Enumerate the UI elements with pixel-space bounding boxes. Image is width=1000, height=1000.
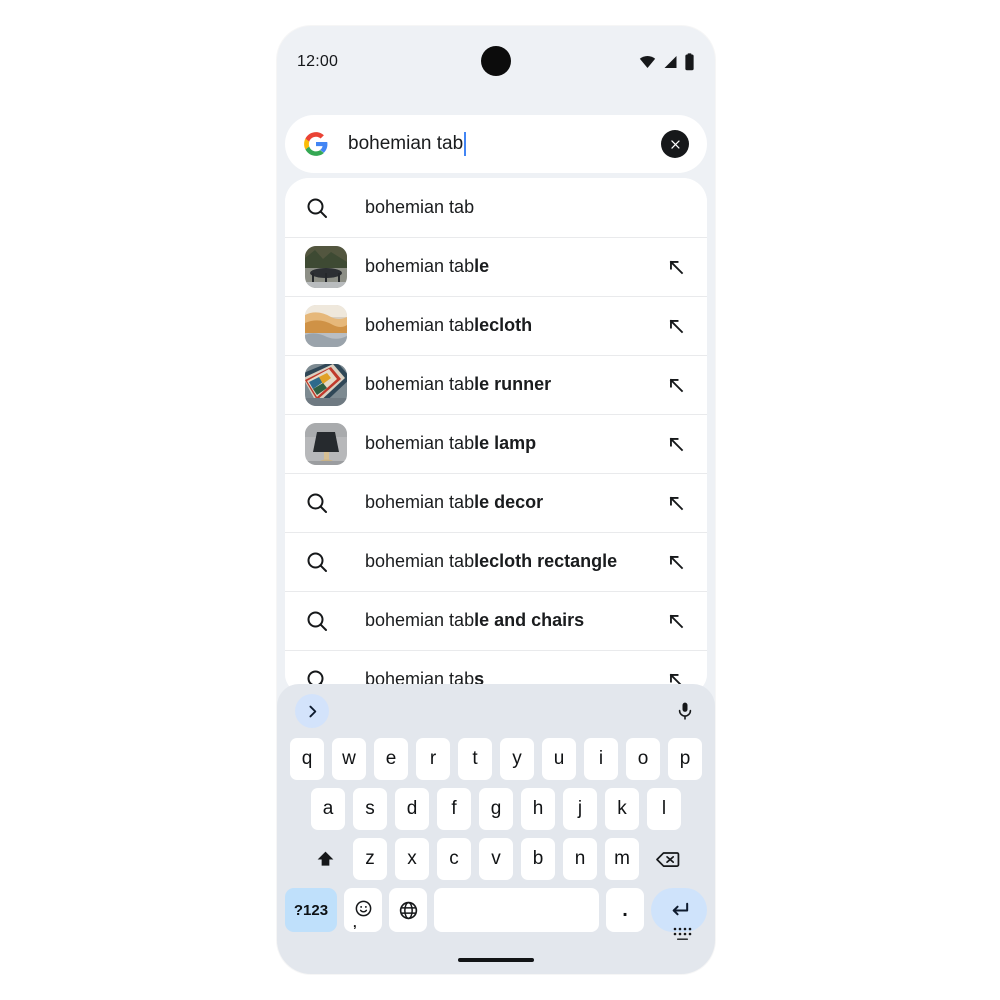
clear-search-button[interactable] bbox=[661, 130, 689, 158]
virtual-keyboard: q w e r t y u i o p a s d f g h j k l z … bbox=[277, 684, 715, 974]
keyboard-resize-icon[interactable] bbox=[673, 926, 693, 942]
suggestion-text: bohemian tab bbox=[365, 197, 475, 217]
suggestion-text: bohemian tablecloth bbox=[365, 315, 533, 335]
keyboard-row-1: q w e r t y u i o p bbox=[277, 738, 715, 780]
suggestion-row[interactable]: bohemian tab bbox=[285, 178, 707, 237]
bohemian-table-runner-thumbnail bbox=[305, 363, 347, 406]
suggestion-row[interactable]: bohemian table and chairs bbox=[285, 591, 707, 650]
key-s[interactable]: s bbox=[353, 788, 387, 830]
backspace-key[interactable] bbox=[647, 838, 687, 880]
keyboard-footer bbox=[277, 918, 715, 974]
suggestion-text: bohemian table runner bbox=[365, 374, 552, 394]
key-j[interactable]: j bbox=[563, 788, 597, 830]
signal-icon bbox=[662, 54, 679, 70]
key-x[interactable]: x bbox=[395, 838, 429, 880]
fill-suggestion-arrow-icon[interactable] bbox=[665, 256, 687, 278]
key-r[interactable]: r bbox=[416, 738, 450, 780]
key-p[interactable]: p bbox=[668, 738, 702, 780]
google-g-logo bbox=[303, 131, 329, 157]
suggestion-row[interactable]: bohemian tablecloth rectangle bbox=[285, 532, 707, 591]
fill-suggestion-arrow-icon[interactable] bbox=[665, 551, 687, 573]
key-f[interactable]: f bbox=[437, 788, 471, 830]
suggestion-leading bbox=[305, 609, 349, 633]
fill-suggestion-arrow-icon[interactable] bbox=[665, 433, 687, 455]
key-n[interactable]: n bbox=[563, 838, 597, 880]
key-v[interactable]: v bbox=[479, 838, 513, 880]
suggestion-leading bbox=[305, 491, 349, 515]
key-e[interactable]: e bbox=[374, 738, 408, 780]
close-icon bbox=[670, 139, 680, 149]
bohemian-table-thumbnail bbox=[305, 245, 347, 288]
status-bar-clock: 12:00 bbox=[297, 53, 339, 70]
key-q[interactable]: q bbox=[290, 738, 324, 780]
status-bar-icons bbox=[638, 53, 695, 71]
key-h[interactable]: h bbox=[521, 788, 555, 830]
status-bar: 12:00 bbox=[277, 26, 715, 98]
search-icon bbox=[307, 610, 327, 631]
keyboard-toolbar bbox=[277, 684, 715, 738]
phone-frame: 12:00 bohemian tab bohemian tab bohemian… bbox=[277, 26, 715, 974]
key-y[interactable]: y bbox=[500, 738, 534, 780]
key-k[interactable]: k bbox=[605, 788, 639, 830]
search-icon bbox=[307, 197, 327, 218]
fill-suggestion-arrow-icon[interactable] bbox=[665, 492, 687, 514]
suggestion-text: bohemian tablecloth rectangle bbox=[365, 551, 618, 571]
suggestion-leading bbox=[305, 304, 349, 347]
key-z[interactable]: z bbox=[353, 838, 387, 880]
bohemian-tablecloth-thumbnail bbox=[305, 304, 347, 347]
voice-input-button[interactable] bbox=[673, 699, 697, 723]
suggestion-text: bohemian table lamp bbox=[365, 433, 537, 453]
key-i[interactable]: i bbox=[584, 738, 618, 780]
key-t[interactable]: t bbox=[458, 738, 492, 780]
suggestion-row[interactable]: bohemian table lamp bbox=[285, 414, 707, 473]
suggestion-row[interactable]: bohemian tablecloth bbox=[285, 296, 707, 355]
search-input-wrapper[interactable]: bohemian tab bbox=[348, 132, 661, 156]
search-icon bbox=[307, 551, 327, 572]
screenshot-canvas: 12:00 bohemian tab bohemian tab bohemian… bbox=[0, 0, 1000, 1000]
keyboard-row-3: z x c v b n m bbox=[277, 838, 715, 880]
suggestion-leading bbox=[305, 422, 349, 465]
suggestion-leading bbox=[305, 196, 349, 220]
suggestion-text: bohemian table and chairs bbox=[365, 610, 585, 630]
key-u[interactable]: u bbox=[542, 738, 576, 780]
suggestion-row[interactable]: bohemian table decor bbox=[285, 473, 707, 532]
front-camera-punch-hole bbox=[481, 45, 511, 76]
key-c[interactable]: c bbox=[437, 838, 471, 880]
key-o[interactable]: o bbox=[626, 738, 660, 780]
key-l[interactable]: l bbox=[647, 788, 681, 830]
fill-suggestion-arrow-icon[interactable] bbox=[665, 374, 687, 396]
suggestion-leading bbox=[305, 363, 349, 406]
key-b[interactable]: b bbox=[521, 838, 555, 880]
suggestion-leading bbox=[305, 245, 349, 288]
suggestion-row[interactable]: bohemian table bbox=[285, 237, 707, 296]
shift-icon bbox=[317, 851, 333, 866]
suggestion-leading bbox=[305, 550, 349, 574]
battery-icon bbox=[684, 53, 695, 71]
suggestion-text: bohemian table bbox=[365, 256, 490, 276]
home-indicator[interactable] bbox=[458, 958, 534, 962]
suggestion-text: bohemian table decor bbox=[365, 492, 544, 512]
search-suggestions-list: bohemian tab bohemian table bohemian tab… bbox=[285, 178, 707, 694]
fill-suggestion-arrow-icon[interactable] bbox=[665, 315, 687, 337]
key-a[interactable]: a bbox=[311, 788, 345, 830]
wifi-icon bbox=[638, 54, 657, 70]
backspace-icon bbox=[655, 851, 679, 867]
key-g[interactable]: g bbox=[479, 788, 513, 830]
keyboard-row-2: a s d f g h j k l bbox=[277, 788, 715, 830]
suggestion-row[interactable]: bohemian table runner bbox=[285, 355, 707, 414]
microphone-icon bbox=[678, 702, 692, 720]
bohemian-table-lamp-thumbnail bbox=[305, 422, 347, 465]
search-bar[interactable]: bohemian tab bbox=[285, 115, 707, 173]
key-w[interactable]: w bbox=[332, 738, 366, 780]
keyboard-expand-button[interactable] bbox=[295, 694, 329, 728]
key-d[interactable]: d bbox=[395, 788, 429, 830]
chevron-right-icon bbox=[308, 705, 316, 717]
search-icon bbox=[307, 492, 327, 513]
key-m[interactable]: m bbox=[605, 838, 639, 880]
search-input[interactable]: bohemian tab bbox=[348, 133, 463, 155]
fill-suggestion-arrow-icon[interactable] bbox=[665, 610, 687, 632]
text-caret bbox=[464, 132, 467, 156]
shift-key[interactable] bbox=[305, 838, 345, 880]
